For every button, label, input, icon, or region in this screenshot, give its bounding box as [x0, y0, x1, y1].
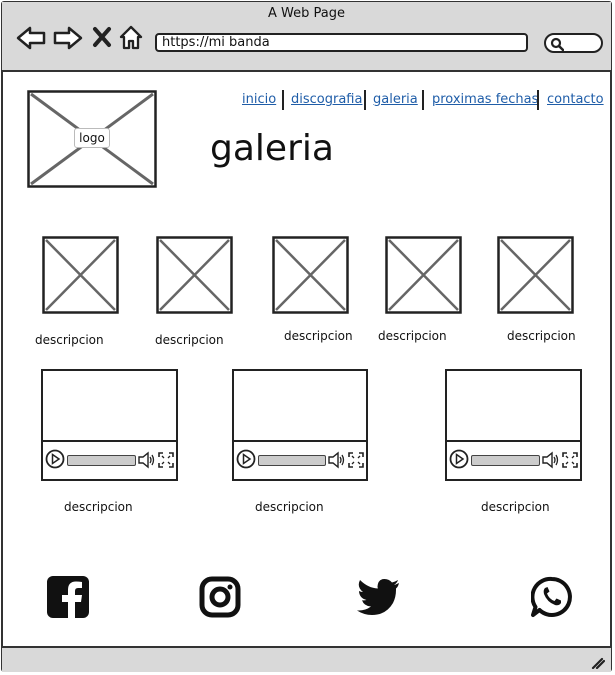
video-player[interactable]	[232, 369, 368, 481]
gallery-image[interactable]	[42, 236, 119, 314]
nav-link-proximas-fechas[interactable]: proximas fechas	[432, 92, 538, 107]
video-caption: descripcion	[255, 500, 324, 514]
twitter-icon[interactable]	[356, 578, 400, 616]
browser-statusbar	[2, 646, 611, 672]
logo-label: logo	[74, 128, 110, 148]
nav-link-inicio[interactable]: inicio	[242, 92, 276, 107]
whatsapp-icon[interactable]	[531, 576, 573, 618]
nav-separator	[282, 90, 284, 110]
image-caption: descripcion	[35, 333, 104, 347]
image-caption: descripcion	[378, 329, 447, 343]
video-caption: descripcion	[481, 500, 550, 514]
address-bar[interactable]: https://mi banda	[155, 33, 528, 52]
play-icon[interactable]	[449, 448, 469, 470]
nav-separator	[537, 90, 539, 110]
nav-separator	[422, 90, 424, 110]
video-progress-bar[interactable]	[258, 455, 326, 466]
gallery-image[interactable]	[497, 236, 574, 314]
video-controls	[234, 440, 366, 479]
gallery-image[interactable]	[385, 236, 462, 314]
volume-icon[interactable]	[138, 451, 155, 469]
home-icon[interactable]	[118, 24, 144, 50]
search-icon	[550, 37, 564, 51]
play-icon[interactable]	[236, 448, 256, 470]
video-controls	[447, 440, 580, 479]
video-progress-bar[interactable]	[67, 455, 136, 466]
fullscreen-icon[interactable]	[157, 451, 175, 469]
fullscreen-icon[interactable]	[561, 451, 579, 469]
browser-toolbar: A Web Page https://mi banda	[2, 2, 611, 72]
fullscreen-icon[interactable]	[347, 451, 365, 469]
nav-link-galeria[interactable]: galeria	[373, 92, 418, 107]
play-icon[interactable]	[45, 448, 65, 470]
image-caption: descripcion	[284, 329, 353, 343]
page-title: galeria	[210, 128, 334, 169]
volume-icon[interactable]	[328, 451, 345, 469]
search-field[interactable]	[544, 33, 603, 53]
nav-separator	[364, 90, 366, 110]
gallery-image[interactable]	[156, 236, 233, 314]
close-icon[interactable]	[92, 26, 112, 48]
video-player[interactable]	[41, 369, 178, 481]
nav-link-contacto[interactable]: contacto	[547, 92, 604, 107]
back-arrow-icon[interactable]	[15, 25, 47, 51]
forward-arrow-icon[interactable]	[52, 25, 84, 51]
resize-grip-icon[interactable]	[591, 657, 605, 669]
nav-link-discografia[interactable]: discografia	[291, 92, 362, 107]
video-player[interactable]	[445, 369, 582, 481]
instagram-icon[interactable]	[199, 576, 241, 618]
facebook-icon[interactable]	[47, 576, 89, 618]
window-title: A Web Page	[268, 6, 345, 21]
volume-icon[interactable]	[542, 451, 559, 469]
video-controls	[43, 440, 176, 479]
video-caption: descripcion	[64, 500, 133, 514]
image-caption: descripcion	[507, 329, 576, 343]
image-caption: descripcion	[155, 333, 224, 347]
gallery-image[interactable]	[272, 236, 349, 314]
video-progress-bar[interactable]	[471, 455, 540, 466]
